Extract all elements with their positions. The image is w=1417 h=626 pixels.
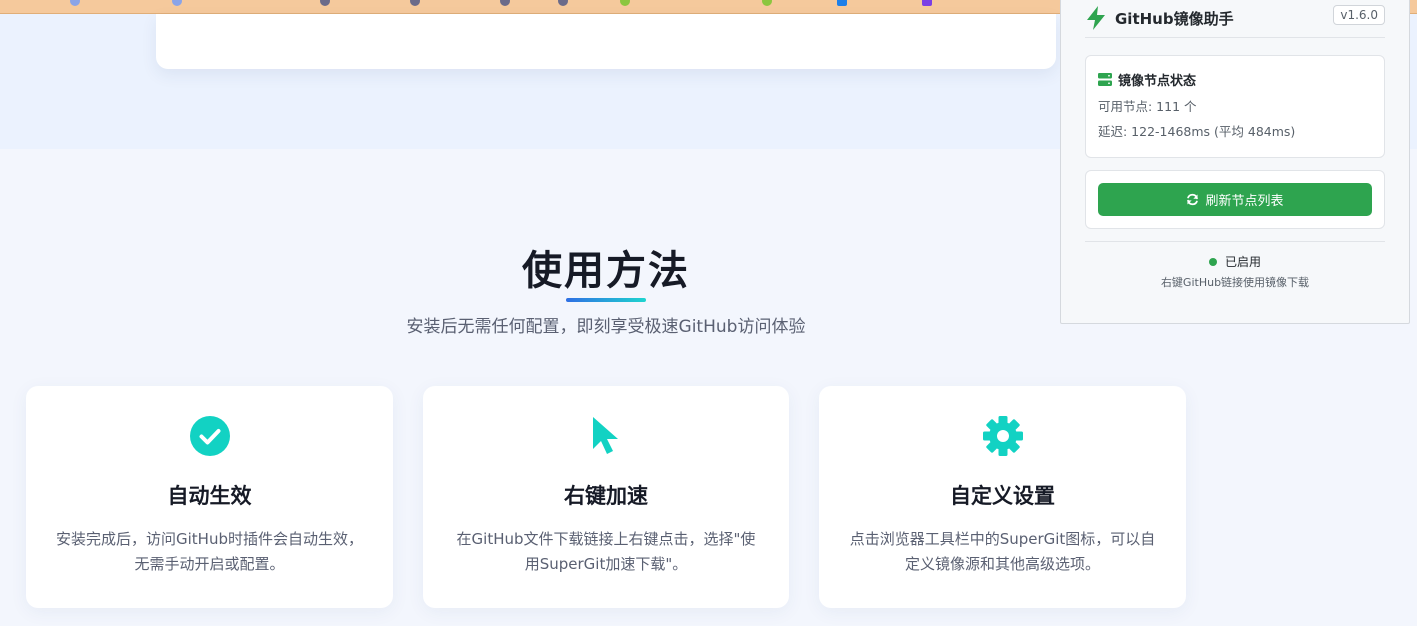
section-title: 使用方法 xyxy=(522,248,690,294)
server-icon xyxy=(1098,73,1112,86)
latency-info: 延迟: 122-1468ms (平均 484ms) xyxy=(1098,124,1296,139)
bookmark-favicon[interactable] xyxy=(320,0,330,6)
available-nodes: 可用节点: 111 个 xyxy=(1098,99,1197,114)
bookmark-favicon[interactable] xyxy=(762,0,772,6)
feature-title: 右键加速 xyxy=(564,484,648,508)
popup-header: GitHub镜像助手 v1.6.0 xyxy=(1085,0,1385,38)
bookmark-favicon[interactable] xyxy=(70,0,80,6)
check-circle-icon xyxy=(189,416,230,456)
lightning-bolt-icon xyxy=(1087,6,1105,30)
bookmark-favicon[interactable] xyxy=(922,0,932,6)
refresh-label: 刷新节点列表 xyxy=(1205,194,1284,209)
gear-icon xyxy=(982,416,1023,456)
bookmark-favicon[interactable] xyxy=(558,0,568,6)
hero-card xyxy=(156,14,1056,69)
feature-card-right-click: 右键加速 在GitHub文件下载链接上右键点击，选择"使用SuperGit加速下… xyxy=(423,386,789,608)
extension-popup: GitHub镜像助手 v1.6.0 镜像节点状态 可用节点: 111 个 延迟:… xyxy=(1060,0,1410,324)
feature-desc: 安装完成后，访问GitHub时插件会自动生效，无需手动开启或配置。 xyxy=(56,530,363,573)
enabled-label: 已启用 xyxy=(1224,255,1261,269)
bookmark-favicon[interactable] xyxy=(500,0,510,6)
version-badge: v1.6.0 xyxy=(1333,5,1385,25)
popup-title: GitHub镜像助手 xyxy=(1115,9,1234,28)
title-underline xyxy=(566,298,646,302)
section-subtitle: 安装后无需任何配置，即刻享受极速GitHub访问体验 xyxy=(406,317,806,337)
feature-title: 自定义设置 xyxy=(950,484,1055,508)
usage-hint: 右键GitHub链接使用镜像下载 xyxy=(1160,276,1310,289)
bookmark-favicon[interactable] xyxy=(172,0,182,6)
feature-title: 自动生效 xyxy=(167,484,252,508)
bookmark-favicon[interactable] xyxy=(410,0,420,6)
refresh-panel: 刷新节点列表 xyxy=(1085,170,1385,229)
feature-desc: 点击浏览器工具栏中的SuperGit图标，可以自定义镜像源和其他高级选项。 xyxy=(849,530,1156,573)
divider xyxy=(1085,241,1385,242)
feature-desc: 在GitHub文件下载链接上右键点击，选择"使用SuperGit加速下载"。 xyxy=(456,530,756,573)
status-dot-icon xyxy=(1208,257,1217,266)
status-title: 镜像节点状态 xyxy=(1118,74,1197,89)
refresh-icon xyxy=(1187,193,1199,206)
refresh-nodes-button[interactable]: 刷新节点列表 xyxy=(1098,183,1372,216)
enabled-status: 已启用 xyxy=(1061,253,1409,270)
cursor-pointer-icon xyxy=(593,417,618,454)
bookmark-favicon[interactable] xyxy=(620,0,630,6)
node-status-panel: 镜像节点状态 可用节点: 111 个 延迟: 122-1468ms (平均 48… xyxy=(1085,55,1385,158)
feature-card-settings: 自定义设置 点击浏览器工具栏中的SuperGit图标，可以自定义镜像源和其他高级… xyxy=(819,386,1186,608)
feature-card-auto: 自动生效 安装完成后，访问GitHub时插件会自动生效，无需手动开启或配置。 xyxy=(26,386,393,608)
bookmark-favicon[interactable] xyxy=(837,0,847,6)
